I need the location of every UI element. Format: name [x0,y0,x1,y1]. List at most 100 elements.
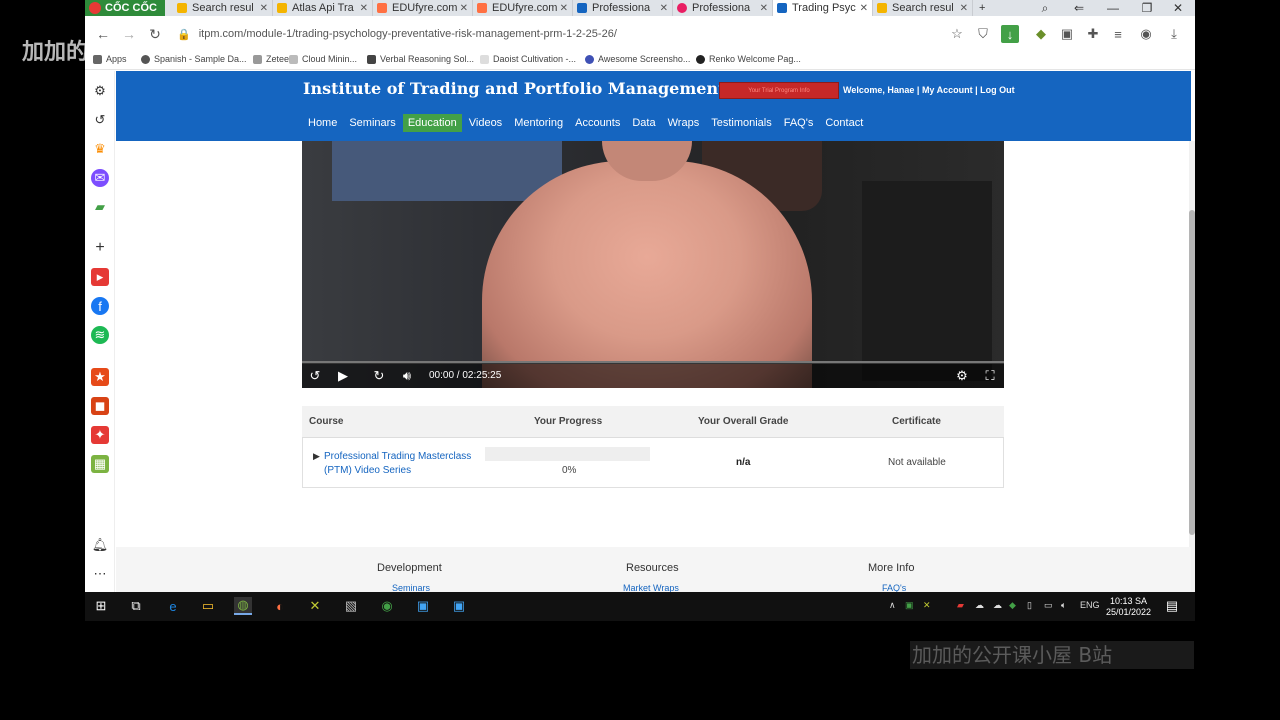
download-icon[interactable]: ⤓ [1165,25,1183,43]
notification-bell-icon[interactable]: 🔔︎ [91,536,109,554]
address-bar[interactable]: 🔒 itpm.com/module-1/trading-psychology-pr… [177,25,947,43]
close-icon[interactable]: ✕ [660,3,668,14]
tray-cloud-icon[interactable]: ☁ [975,600,984,611]
messenger-icon[interactable]: ✉ [91,169,109,187]
close-icon[interactable]: ✕ [560,3,568,14]
app-icon-3[interactable]: ✦ [91,426,109,444]
scrollbar-thumb[interactable] [1189,210,1195,535]
forward-button[interactable]: → [119,24,139,44]
close-icon[interactable]: ✕ [860,3,868,14]
trial-badge[interactable]: Your Trial Program Info [719,82,839,99]
taskbar-clock[interactable]: 10:13 SA 25/01/2022 [1106,596,1151,618]
bookmark-item[interactable]: Spanish - Sample Da... [141,52,247,66]
footer-link-market-wraps[interactable]: Market Wraps [623,583,679,592]
close-icon[interactable]: ✕ [760,3,768,14]
tab-7[interactable]: Search resul ✕ [873,0,973,16]
restore-button[interactable]: ❐ [1130,0,1164,16]
history-icon[interactable]: ↺ [91,111,109,129]
tray-chevron-icon[interactable]: ∧ [889,600,896,611]
windows-start-icon[interactable]: ⊞ [92,597,110,615]
video-player[interactable]: ↺ ▶ ↻ 🔊︎ 00:00 / 02:25:25 ⚙ ⛶ [302,141,1004,388]
extension-leaf-icon[interactable]: ◆ [1032,25,1050,43]
settings-gear-icon[interactable]: ⚙ [953,367,971,385]
tray-pdf-icon[interactable]: ▰ [957,600,964,611]
bookmark-apps[interactable]: Apps [93,52,127,66]
settings-gear-icon[interactable]: ⚙ [91,82,109,100]
bookmark-item[interactable]: Renko Welcome Pag... [696,52,801,66]
tray-network-icon[interactable]: ▭ [1044,600,1053,611]
app-icon-window[interactable]: ▣ [414,597,432,615]
tray-cloud-icon-2[interactable]: ☁ [993,600,1002,611]
log-out-link[interactable]: Log Out [980,85,1015,95]
close-icon[interactable]: ✕ [960,3,968,14]
tab-4[interactable]: Professiona ✕ [573,0,673,16]
nav-faqs[interactable]: FAQ's [779,114,819,132]
close-icon[interactable]: ✕ [260,3,268,14]
bookmark-item[interactable]: Cloud Minin... [289,52,357,66]
nav-seminars[interactable]: Seminars [344,114,400,132]
reload-button[interactable]: ↻ [145,24,165,44]
add-icon[interactable]: + [91,239,109,257]
rewind-icon[interactable]: ↺ [306,367,324,385]
more-dots-icon[interactable]: ⋯ [91,565,109,583]
close-window-button[interactable]: ✕ [1161,0,1195,16]
minimize-button[interactable]: — [1096,0,1130,16]
tray-volume-icon[interactable]: 🔈︎ [1061,600,1066,611]
app-icon-box[interactable]: ▧ [342,597,360,615]
task-view-icon[interactable]: ⧉ [127,597,145,615]
nav-data[interactable]: Data [627,114,660,132]
crown-icon[interactable]: ♛ [91,140,109,158]
tray-app-icon[interactable]: ▣ [905,600,914,611]
app-icon-x[interactable]: ✕ [306,597,324,615]
language-indicator[interactable]: ENG [1080,600,1100,610]
bookmark-item[interactable]: Zetee [253,52,289,66]
back-arrow-icon[interactable]: ⇐ [1062,0,1096,16]
nav-contact[interactable]: Contact [820,114,868,132]
new-tab-button[interactable]: + [975,0,995,16]
tray-app-icon-2[interactable]: ✕ [923,600,931,611]
shield-icon[interactable]: ⛉ [974,25,992,43]
search-tabs-icon[interactable]: ⌕ [1028,0,1062,16]
screenshot-icon[interactable]: ▣ [1058,25,1076,43]
app-icon-1[interactable]: ★ [91,368,109,386]
gamepad-icon[interactable]: ▰ [91,198,109,216]
nav-accounts[interactable]: Accounts [570,114,625,132]
expand-triangle-icon[interactable]: ▶ [313,451,320,462]
tray-leaf-icon[interactable]: ◆ [1009,600,1016,611]
fullscreen-icon[interactable]: ⛶ [981,367,999,385]
nav-home[interactable]: Home [303,114,342,132]
footer-link-seminars[interactable]: Seminars [392,583,430,592]
coccoc-browser-icon[interactable]: ◍ [234,597,252,615]
app-icon-2[interactable]: ◼ [91,397,109,415]
tray-usb-icon[interactable]: ▯ [1027,600,1032,611]
tab-6-active[interactable]: Trading Psyc ✕ [773,0,873,16]
app-icon-globe[interactable]: ◉ [378,597,396,615]
nav-testimonials[interactable]: Testimonials [706,114,777,132]
close-icon[interactable]: ✕ [460,3,468,14]
firefox-icon[interactable]: ◐ [271,597,289,615]
nav-mentoring[interactable]: Mentoring [509,114,568,132]
course-link[interactable]: Professional Trading Masterclass (PTM) V… [324,450,484,478]
back-button[interactable]: ← [93,24,113,44]
star-icon[interactable]: ☆ [948,25,966,43]
file-explorer-icon[interactable]: ▭ [199,597,217,615]
footer-link-faqs[interactable]: FAQ's [882,583,906,592]
forward-icon[interactable]: ↻ [370,367,388,385]
bookmark-item[interactable]: Verbal Reasoning Sol... [367,52,474,66]
nav-education[interactable]: Education [402,114,462,132]
tab-3[interactable]: EDUfyre.com ✕ [473,0,573,16]
notification-center-icon[interactable]: ▤ [1163,597,1181,615]
download-green-icon[interactable]: ↓ [1001,25,1019,43]
youtube-icon[interactable]: ▸ [91,268,109,286]
puzzle-icon[interactable]: ✚ [1084,25,1102,43]
bookmark-item[interactable]: Awesome Screensho... [585,52,690,66]
nav-videos[interactable]: Videos [464,114,507,132]
app-icon-window-2[interactable]: ▣ [450,597,468,615]
spotify-icon[interactable]: ≋ [91,326,109,344]
nav-wraps[interactable]: Wraps [663,114,705,132]
tab-2[interactable]: EDUfyre.com ✕ [373,0,473,16]
tab-1[interactable]: Atlas Api Tra ✕ [273,0,373,16]
bookmark-item[interactable]: Daoist Cultivation -... [480,52,576,66]
edge-icon[interactable]: e [164,597,182,615]
close-icon[interactable]: ✕ [360,3,368,14]
